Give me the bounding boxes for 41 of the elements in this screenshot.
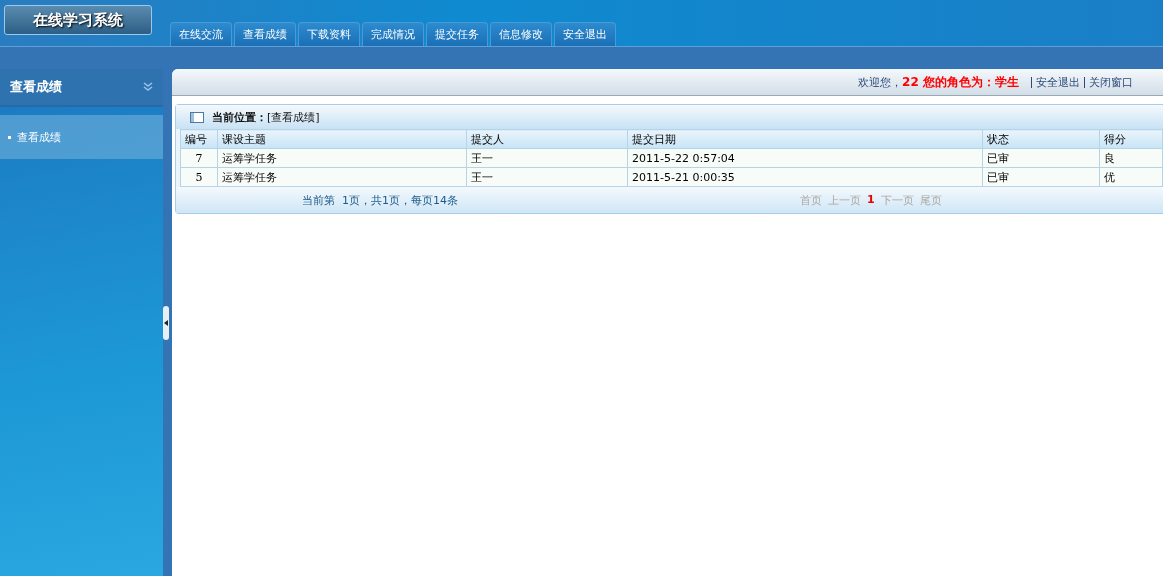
table-cell: 2011-5-22 0:57:04 (627, 148, 983, 168)
table-cell: 已审 (982, 167, 1100, 187)
table-cell: 王一 (466, 148, 628, 168)
pager-link[interactable]: 1 (867, 192, 875, 208)
welcome-text: 欢迎您，22 您的角色为：学生 (858, 73, 1019, 91)
page-info: 当前第 1页，共1页，每页14条 (302, 192, 458, 208)
top-link[interactable]: 安全退出 (1031, 76, 1080, 88)
nav-tab[interactable]: 下载资料 (298, 22, 360, 46)
table-cell: 王一 (466, 167, 628, 187)
table-cell: 运筹学任务 (217, 167, 467, 187)
nav-tab[interactable]: 信息修改 (490, 22, 552, 46)
sidebar-title: 查看成绩 (10, 78, 62, 96)
column-header: 提交日期 (627, 129, 983, 149)
column-header: 得分 (1099, 129, 1163, 149)
column-header: 课设主题 (217, 129, 467, 149)
bullet-icon (8, 135, 11, 139)
sidebar-item[interactable]: 查看成绩 (0, 115, 163, 159)
column-header: 状态 (982, 129, 1100, 149)
location-text: [查看成绩] (267, 109, 320, 125)
table-cell: 已审 (982, 148, 1100, 168)
table-cell: 运筹学任务 (217, 148, 467, 168)
nav-tab[interactable]: 查看成绩 (234, 22, 296, 46)
table-cell: 2011-5-21 0:00:35 (627, 167, 983, 187)
table-cell: 良 (1099, 148, 1163, 168)
system-logo: 在线学习系统 (4, 5, 152, 35)
nav-tab[interactable]: 安全退出 (554, 22, 616, 46)
location-label: 当前位置： (212, 109, 267, 125)
table-icon (190, 111, 204, 123)
top-link[interactable]: 关闭窗口 (1084, 76, 1133, 88)
left-triangle-icon (164, 319, 168, 326)
column-header: 编号 (180, 129, 218, 149)
nav-tab[interactable]: 在线交流 (170, 22, 232, 46)
nav-tab[interactable]: 完成情况 (362, 22, 424, 46)
nav-tab[interactable]: 提交任务 (426, 22, 488, 46)
table-cell: 5 (180, 167, 218, 187)
pager-link[interactable]: 尾页 (919, 192, 942, 208)
column-header: 提交人 (466, 129, 628, 149)
collapse-handle[interactable] (163, 305, 169, 340)
table-cell: 优 (1099, 167, 1163, 187)
table-cell: 7 (180, 148, 218, 168)
double-chevron-icon[interactable] (143, 82, 153, 92)
